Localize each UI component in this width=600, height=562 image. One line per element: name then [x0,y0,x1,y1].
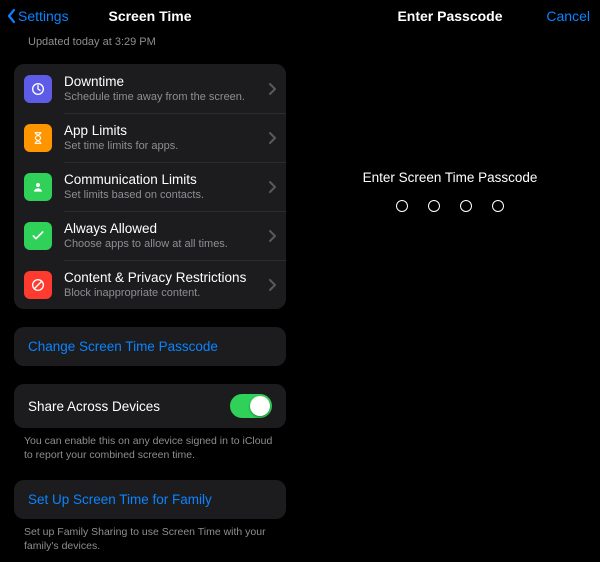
page-title: Screen Time [108,8,191,24]
chevron-right-icon [268,279,276,291]
row-app-limits[interactable]: App Limits Set time limits for apps. [14,113,286,162]
passcode-dots [300,200,600,212]
row-title: App Limits [64,122,262,139]
share-group: Share Across Devices [14,384,286,428]
cancel-button[interactable]: Cancel [546,0,590,32]
family-footer-note: Set up Family Sharing to use Screen Time… [24,525,276,553]
row-subtitle: Schedule time away from the screen. [64,90,262,104]
change-passcode-group: Change Screen Time Passcode [14,327,286,366]
hourglass-icon [24,124,52,152]
chevron-right-icon [268,83,276,95]
share-toggle[interactable] [230,394,272,418]
page-title: Enter Passcode [397,8,502,24]
back-label: Settings [18,8,69,24]
share-across-devices-row[interactable]: Share Across Devices [14,384,286,428]
row-communication-limits[interactable]: Communication Limits Set limits based on… [14,162,286,211]
contacts-icon [24,173,52,201]
row-downtime[interactable]: Downtime Schedule time away from the scr… [14,64,286,113]
downtime-icon [24,75,52,103]
passcode-dot [428,200,440,212]
setup-family-button[interactable]: Set Up Screen Time for Family [14,480,286,519]
row-title: Communication Limits [64,171,262,188]
share-footer-note: You can enable this on any device signed… [24,434,276,462]
updated-timestamp: Updated today at 3:29 PM [0,32,300,54]
switch-knob [250,396,270,416]
row-title: Always Allowed [64,220,262,237]
checkmark-icon [24,222,52,250]
row-text: Downtime Schedule time away from the scr… [64,73,262,104]
row-subtitle: Set time limits for apps. [64,139,262,153]
nav-bar: Enter Passcode Cancel [300,0,600,32]
row-text: Content & Privacy Restrictions Block ina… [64,269,262,300]
chevron-right-icon [268,230,276,242]
row-subtitle: Block inappropriate content. [64,286,262,300]
row-content-privacy[interactable]: Content & Privacy Restrictions Block ina… [14,260,286,309]
family-group: Set Up Screen Time for Family [14,480,286,519]
nav-bar: Settings Screen Time [0,0,300,32]
share-label: Share Across Devices [28,399,160,414]
passcode-dot [460,200,472,212]
row-subtitle: Set limits based on contacts. [64,188,262,202]
passcode-dot [492,200,504,212]
chevron-right-icon [268,132,276,144]
passcode-dot [396,200,408,212]
chevron-left-icon [6,8,16,24]
passcode-prompt: Enter Screen Time Passcode [300,170,600,185]
row-title: Content & Privacy Restrictions [64,269,262,286]
block-icon [24,271,52,299]
limits-group: Downtime Schedule time away from the scr… [14,64,286,309]
row-text: Always Allowed Choose apps to allow at a… [64,220,262,251]
row-title: Downtime [64,73,262,90]
back-button[interactable]: Settings [6,0,69,32]
screen-time-settings-pane: Settings Screen Time Updated today at 3:… [0,0,300,562]
row-text: Communication Limits Set limits based on… [64,171,262,202]
enter-passcode-pane: Enter Passcode Cancel Enter Screen Time … [300,0,600,562]
row-text: App Limits Set time limits for apps. [64,122,262,153]
chevron-right-icon [268,181,276,193]
change-passcode-button[interactable]: Change Screen Time Passcode [14,327,286,366]
row-subtitle: Choose apps to allow at all times. [64,237,262,251]
row-always-allowed[interactable]: Always Allowed Choose apps to allow at a… [14,211,286,260]
